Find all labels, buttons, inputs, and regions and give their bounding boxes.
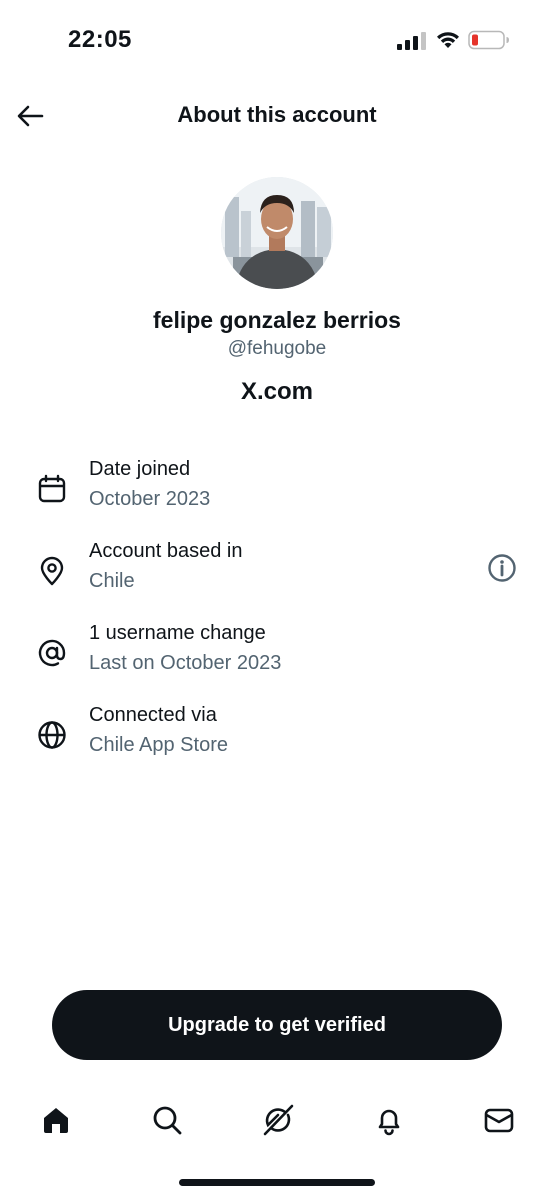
calendar-icon bbox=[35, 472, 69, 506]
at-sign-icon bbox=[35, 636, 69, 670]
bottom-tab-bar bbox=[0, 1090, 554, 1150]
battery-icon bbox=[468, 30, 509, 50]
search-icon bbox=[153, 1106, 182, 1135]
info-label: Date joined bbox=[89, 458, 191, 480]
tab-grok[interactable] bbox=[256, 1098, 300, 1142]
tab-search[interactable] bbox=[145, 1098, 189, 1142]
status-bar: 22:05 bbox=[0, 0, 554, 80]
info-value: Last on October 2023 bbox=[89, 652, 282, 674]
info-label: Account based in bbox=[89, 540, 243, 562]
info-value: Chile App Store bbox=[89, 734, 228, 756]
info-circle-icon bbox=[488, 554, 516, 582]
notifications-bell-icon bbox=[378, 1109, 400, 1136]
page-title: About this account bbox=[177, 102, 377, 127]
globe-icon bbox=[35, 718, 69, 752]
info-label: 1 username change bbox=[89, 622, 266, 644]
status-time: 22:05 bbox=[68, 26, 132, 53]
cellular-signal-icon bbox=[397, 32, 426, 50]
info-row-connected-via: Connected via Chile App Store bbox=[0, 704, 554, 774]
tab-messages[interactable] bbox=[477, 1098, 521, 1142]
location-pin-icon bbox=[35, 554, 69, 588]
info-help-button[interactable] bbox=[486, 552, 518, 584]
home-indicator bbox=[179, 1179, 375, 1186]
tab-home[interactable] bbox=[34, 1098, 78, 1142]
top-header: About this account bbox=[0, 88, 554, 144]
info-label: Connected via bbox=[89, 704, 217, 726]
profile-handle: @fehugobe bbox=[227, 338, 327, 359]
info-value: Chile bbox=[89, 570, 135, 592]
info-row-account-based-in: Account based in Chile bbox=[0, 540, 554, 610]
messages-envelope-icon bbox=[484, 1108, 514, 1133]
home-icon bbox=[44, 1108, 68, 1133]
info-value: October 2023 bbox=[89, 488, 211, 510]
profile-name: felipe gonzalez berrios bbox=[153, 307, 401, 333]
wifi-icon bbox=[437, 32, 459, 48]
upgrade-to-verified-button[interactable]: Upgrade to get verified bbox=[52, 990, 502, 1060]
tab-notifications[interactable] bbox=[367, 1098, 411, 1142]
info-row-date-joined: Date joined October 2023 bbox=[0, 458, 554, 528]
avatar bbox=[221, 177, 333, 289]
info-row-username-change: 1 username change Last on October 2023 bbox=[0, 622, 554, 692]
profile-photo bbox=[221, 177, 333, 289]
source-label: X.com bbox=[240, 378, 314, 405]
grok-icon bbox=[263, 1104, 294, 1136]
